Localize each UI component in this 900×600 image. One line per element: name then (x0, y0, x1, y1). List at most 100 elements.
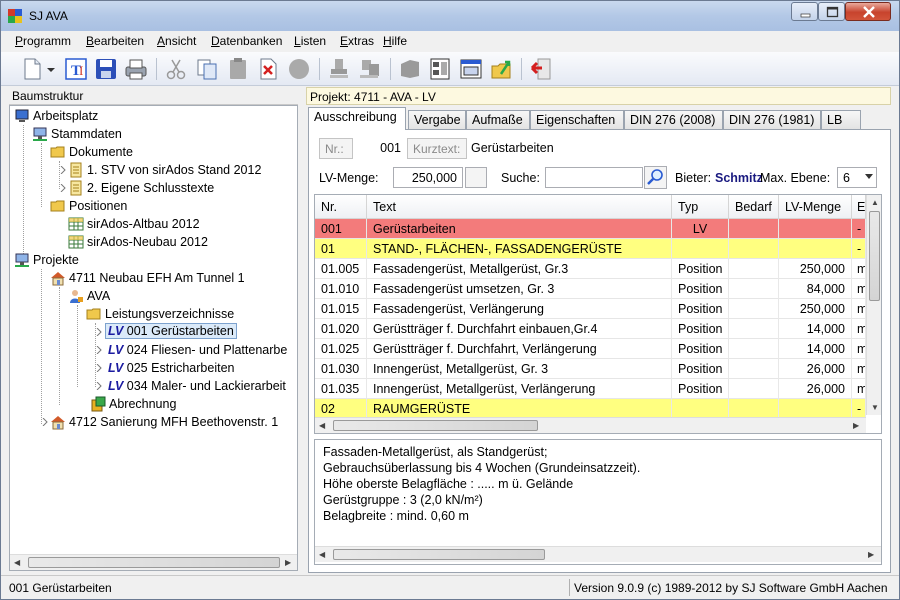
expand-arrow-icon[interactable] (95, 382, 103, 390)
document-icon (70, 162, 82, 178)
max-ebene-select[interactable]: 6 (837, 167, 877, 188)
grid-horizontal-scrollbar[interactable]: ◀ ▶ (315, 417, 866, 433)
cell-typ (672, 239, 729, 259)
stamp2-icon[interactable] (357, 56, 383, 82)
selected-tree-item[interactable]: LV 001 Gerüstarbeiten (105, 323, 237, 339)
table-row[interactable]: 001 Gerüstarbeiten LV - (315, 219, 866, 239)
scroll-right-icon[interactable]: ▶ (868, 550, 874, 559)
layout-icon[interactable] (427, 56, 453, 82)
table-row[interactable]: 02 RAUMGERÜSTE - (315, 399, 866, 419)
cell-menge: 14,000 (779, 339, 852, 359)
tab-vergabe[interactable]: Vergabe (408, 110, 466, 129)
new-document-icon[interactable] (19, 56, 45, 82)
scroll-left-icon[interactable]: ◀ (319, 550, 325, 559)
table-row[interactable]: 01.030 Innengerüst, Metallgerüst, Gr. 3 Po… (315, 359, 866, 379)
dropdown-arrow-icon[interactable] (45, 56, 57, 82)
table-row[interactable]: 01 STAND-, FLÄCHEN-, FASSADENGERÜSTE - (315, 239, 866, 259)
menu-bearbeiten[interactable]: Bearbeiten (86, 34, 144, 48)
cell-menge (779, 239, 852, 259)
tab-ausschreibung[interactable]: Ausschreibung (308, 107, 406, 130)
exit-icon[interactable] (528, 56, 554, 82)
table-row[interactable]: 01.025 Gerüstträger f. Durchfahrt, Verlän… (315, 339, 866, 359)
scroll-thumb[interactable] (333, 420, 538, 431)
cell-typ (672, 399, 729, 419)
menu-programm[interactable]: Programm (15, 34, 71, 48)
tree-node-label: sirAdos-Altbau 2012 (87, 217, 200, 231)
column-header-text[interactable]: Text (367, 195, 672, 219)
description-horizontal-scrollbar[interactable]: ◀ ▶ (315, 546, 881, 562)
expand-arrow-icon[interactable] (41, 418, 49, 426)
cell-e: m (852, 259, 866, 279)
expand-arrow-icon[interactable] (95, 346, 103, 354)
menu-bar: Programm Bearbeiten Ansicht Datenbanken … (1, 31, 899, 51)
lv-menge-unit-button[interactable] (465, 167, 487, 188)
tab-din276-2008[interactable]: DIN 276 (2008) (624, 110, 723, 129)
minimize-icon (800, 13, 811, 18)
tree-horizontal-scrollbar[interactable]: ◀ ▶ (10, 554, 297, 570)
delete-icon[interactable] (255, 56, 281, 82)
expand-arrow-icon[interactable] (59, 184, 67, 192)
stamp-icon[interactable] (327, 56, 353, 82)
column-header-typ[interactable]: Typ (672, 195, 729, 219)
lv-menge-field[interactable]: 250,000 (393, 167, 463, 188)
menu-ansicht[interactable]: Ansicht (157, 34, 196, 48)
table-row[interactable]: 01.005 Fassadengerüst, Metallgerüst, Gr.3… (315, 259, 866, 279)
scroll-thumb[interactable] (869, 211, 880, 301)
grid-vertical-scrollbar[interactable]: ▲ ▼ (866, 195, 881, 415)
minimize-button[interactable] (791, 2, 818, 21)
panel-splitter[interactable] (299, 87, 305, 573)
maximize-icon (826, 6, 839, 18)
search-button[interactable] (644, 166, 667, 189)
tab-aufmasse[interactable]: Aufmaße (466, 110, 530, 129)
cell-nr: 01.035 (315, 379, 367, 399)
circle-icon[interactable] (286, 56, 312, 82)
expand-arrow-icon[interactable] (95, 328, 103, 336)
scroll-left-icon[interactable]: ◀ (319, 421, 325, 430)
menu-datenbanken[interactable]: Datenbanken (211, 34, 282, 48)
copy-icon[interactable] (194, 56, 220, 82)
flag-icon[interactable] (397, 56, 423, 82)
window-icon[interactable] (458, 56, 484, 82)
tab-din276-1981[interactable]: DIN 276 (1981) (723, 110, 821, 129)
folder-open-icon (50, 146, 65, 158)
menu-listen[interactable]: Listen (294, 34, 326, 48)
close-button[interactable] (845, 2, 891, 21)
export-icon[interactable] (489, 56, 515, 82)
menu-hilfe[interactable]: Hilfe (383, 34, 407, 48)
cell-bedarf (729, 359, 779, 379)
positions-grid[interactable]: Nr. Text Typ Bedarf LV-Menge E 001 Gerüst… (314, 194, 882, 434)
scroll-down-icon[interactable]: ▼ (871, 403, 879, 412)
scroll-left-icon[interactable]: ◀ (14, 558, 20, 567)
cut-icon[interactable] (163, 56, 189, 82)
toolbar: TI (1, 52, 899, 86)
cell-text: Fassadengerüst umsetzen, Gr. 3 (367, 279, 672, 299)
column-header-lv-menge[interactable]: LV-Menge (779, 195, 852, 219)
print-icon[interactable] (123, 56, 149, 82)
column-header-bedarf[interactable]: Bedarf (729, 195, 779, 219)
scroll-right-icon[interactable]: ▶ (285, 558, 291, 567)
long-text-panel[interactable]: Fassaden-Metallgerüst, als Standgerüst; … (314, 439, 882, 565)
expand-arrow-icon[interactable] (59, 166, 67, 174)
description-line: Fassaden-Metallgerüst, als Standgerüst; (323, 445, 548, 459)
scroll-up-icon[interactable]: ▲ (871, 198, 879, 207)
scroll-thumb[interactable] (333, 549, 545, 560)
table-row[interactable]: 01.020 Gerüstträger f. Durchfahrt einbaue… (315, 319, 866, 339)
tab-eigenschaften[interactable]: Eigenschaften (530, 110, 624, 129)
tab-lb[interactable]: LB (821, 110, 861, 129)
paste-icon[interactable] (225, 56, 251, 82)
column-header-nr[interactable]: Nr. (315, 195, 367, 219)
text-edit-icon[interactable]: TI (63, 56, 89, 82)
table-row[interactable]: 01.010 Fassadengerüst umsetzen, Gr. 3 Posi… (315, 279, 866, 299)
cell-menge: 14,000 (779, 319, 852, 339)
column-header-e[interactable]: E (852, 195, 866, 219)
save-icon[interactable] (93, 56, 119, 82)
tree-view[interactable]: Arbeitsplatz Stammdaten Dokumente 1. STV… (9, 105, 298, 571)
scroll-right-icon[interactable]: ▶ (853, 421, 859, 430)
menu-extras[interactable]: Extras (340, 34, 374, 48)
search-input[interactable] (545, 167, 643, 188)
table-row[interactable]: 01.035 Innengerüst, Metallgerüst, Verläng… (315, 379, 866, 399)
scroll-thumb[interactable] (28, 557, 280, 568)
expand-arrow-icon[interactable] (95, 364, 103, 372)
maximize-button[interactable] (818, 2, 845, 21)
table-row[interactable]: 01.015 Fassadengerüst, Verlängerung Positi… (315, 299, 866, 319)
